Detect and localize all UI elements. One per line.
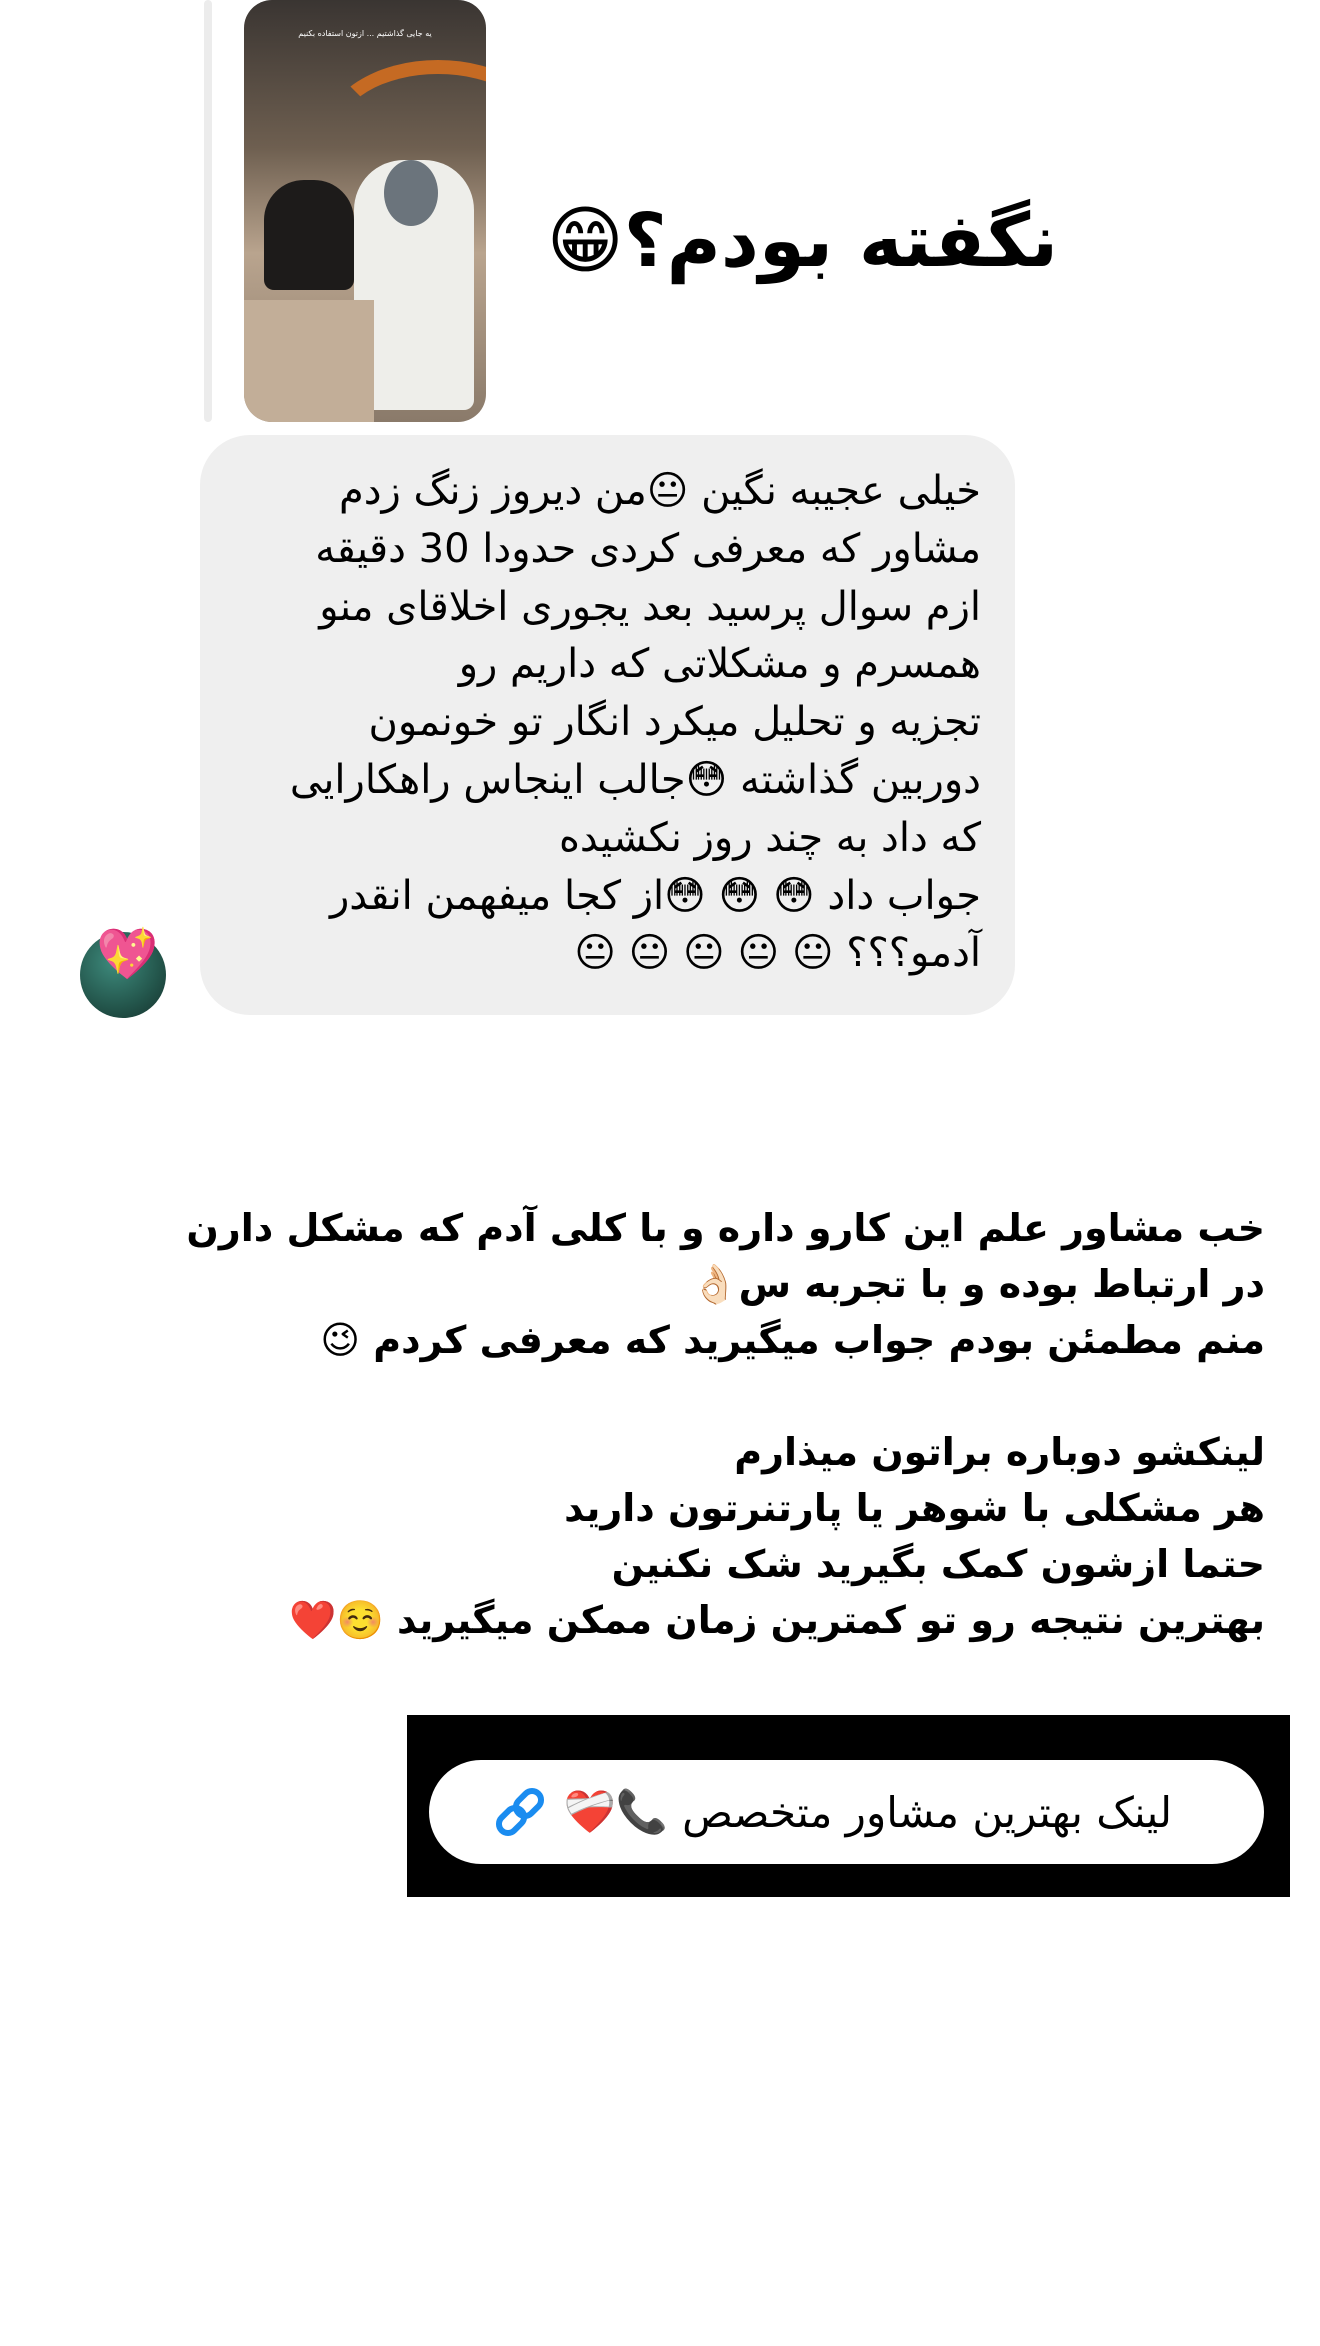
post-line: در ارتباط بوده و با تجربه س👌🏻 [691,1262,1265,1306]
thumbnail-table [244,300,374,422]
sender-avatar[interactable]: 💖 [80,925,166,1018]
link-sticker-panel: ❤️‍🩹📞 لینک بهترین مشاور متخصص [407,1715,1290,1897]
message-line: دوربین گذاشته 😳جالب اینجاس راهکارایی [289,756,981,803]
post-line: بهترین نتیجه رو تو کمترین زمان ممکن میگی… [289,1598,1265,1642]
thumbnail-caption: یه جایی گذاشتیم ... ازتون استفاده بکنیم [298,29,432,38]
message-bubble[interactable]: خیلی عجیبه نگین 😐من دیروز زنگ زدم مشاور … [200,435,1015,1015]
message-line: که داد به چند روز نکشیده [558,814,981,861]
post-line: هر مشکلی با شوهر یا پارتنرتون دارید [564,1486,1265,1530]
message-line: آدمو؟؟؟ 😐 😐 😐 😐 😐 [574,930,981,977]
thumbnail-person-woman-head [384,160,438,226]
message-line: مشاور که معرفی کردی حدودا 30 دقیقه [315,525,981,572]
post-line: حتما ازشون کمک بگیرید شک نکنین [611,1542,1265,1586]
post-caption-text: خب مشاور علم این کارو داره و با کلی آدم … [186,1200,1265,1648]
message-line: همسرم و مشکلاتی که داریم رو [458,641,981,688]
message-line: تجزیه و تحلیل میکرد انگار تو خونمون [368,699,981,746]
message-line: خیلی عجیبه نگین 😐من دیروز زنگ زدم [338,468,981,514]
story-reply-bar [204,0,212,422]
post-line: منم مطمئن بودم جواب میگیرید که معرفی کرد… [320,1318,1265,1362]
link-icon [495,1787,544,1837]
story-thumbnail[interactable]: یه جایی گذاشتیم ... ازتون استفاده بکنیم [244,0,486,422]
message-line: ازم سوال پرسید بعد یجوری اخلاقای منو [319,583,981,630]
link-sticker-label: لینک بهترین مشاور متخصص [682,1787,1172,1837]
thumbnail-person-man [264,180,354,290]
story-reply-title: نگفته بودم؟😁 [546,198,1058,284]
post-line: خب مشاور علم این کارو داره و با کلی آدم … [186,1206,1265,1250]
link-sticker-emojis: ❤️‍🩹📞 [563,1787,669,1836]
post-line: لینکشو دوباره براتون میذارم [734,1430,1265,1474]
link-sticker-button[interactable]: ❤️‍🩹📞 لینک بهترین مشاور متخصص [429,1760,1264,1864]
message-line: جواب داد 😳 😳 😳از کجا میفهمن انقدر [329,872,981,919]
avatar-heart-sticker: 💖 [96,925,159,983]
